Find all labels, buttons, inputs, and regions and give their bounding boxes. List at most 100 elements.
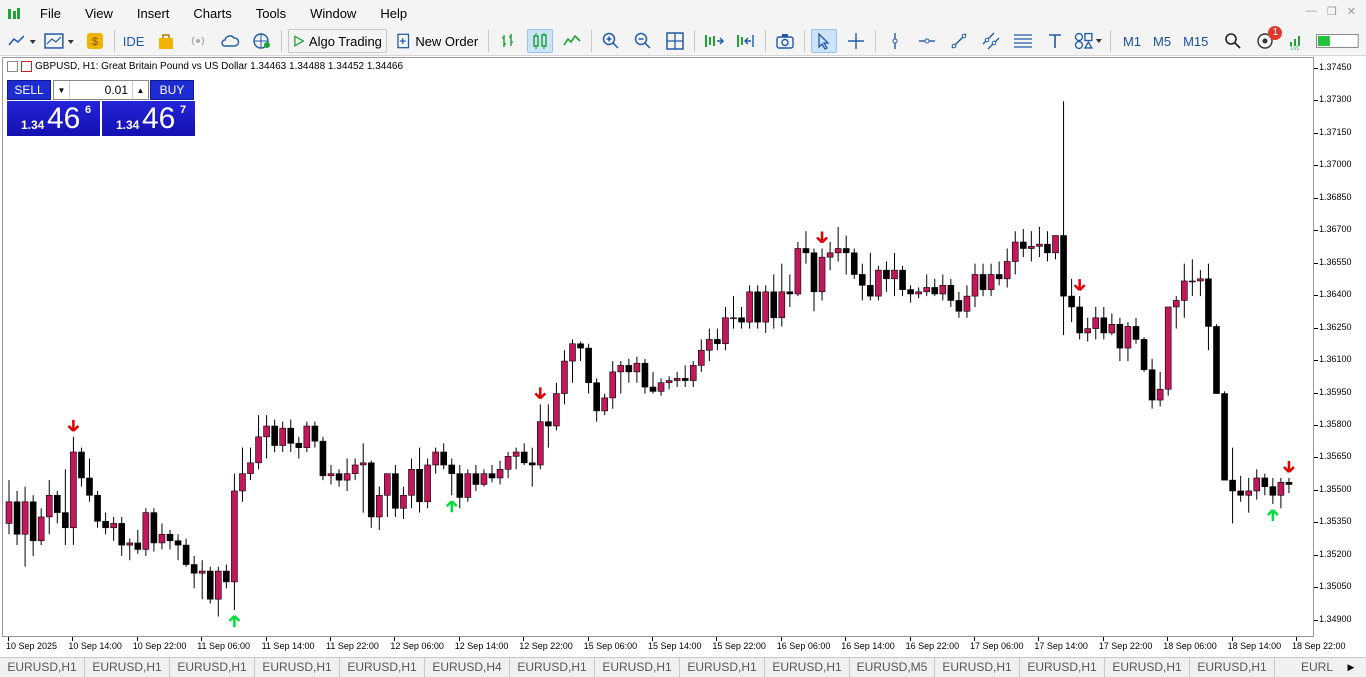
chart-tab[interactable]: EURUSD,H1 — [1020, 658, 1105, 677]
candle-body — [86, 477, 93, 496]
candle-body — [142, 512, 150, 550]
horizontal-line-icon[interactable] — [914, 29, 940, 53]
toolbar-separator — [694, 30, 696, 52]
fibonacci-icon[interactable] — [1010, 29, 1036, 53]
price-label: 1.36850 — [1319, 191, 1352, 202]
candle-body — [110, 523, 117, 529]
market-bag-icon[interactable] — [153, 29, 179, 53]
chart-tab[interactable]: EURUSD,H1 — [1190, 658, 1275, 677]
channel-icon[interactable] — [978, 29, 1004, 53]
chart-tab[interactable]: EURUSD,H1 — [765, 658, 850, 677]
candle-body — [247, 462, 254, 474]
shapes-icon[interactable] — [1074, 29, 1104, 53]
candle-body — [1261, 477, 1269, 487]
candlestick-chart-icon[interactable] — [527, 29, 554, 53]
search-icon[interactable] — [1220, 29, 1246, 53]
menu-insert[interactable]: Insert — [125, 0, 182, 27]
candle-body — [464, 473, 472, 498]
vps-globe-icon[interactable] — [249, 29, 275, 53]
candle-body — [359, 462, 367, 466]
candle-body — [762, 291, 770, 323]
chart-tab[interactable]: EURUSD,H1 — [170, 658, 255, 677]
line-chart-icon[interactable] — [559, 29, 585, 53]
menu-charts[interactable]: Charts — [181, 0, 243, 27]
time-label: 15 Sep 14:00 — [648, 641, 702, 651]
minimize-icon[interactable]: — — [1306, 5, 1317, 18]
candle-body — [448, 464, 456, 474]
menu-tools[interactable]: Tools — [244, 0, 298, 27]
trendline-icon[interactable] — [946, 29, 972, 53]
candle-body — [231, 490, 238, 583]
candle-body — [641, 362, 649, 388]
candle-body — [1229, 479, 1236, 492]
candle-body — [1019, 241, 1027, 249]
zoom-in-icon[interactable] — [598, 29, 624, 53]
cursor-icon[interactable] — [811, 29, 838, 53]
menu-help[interactable]: Help — [368, 0, 419, 27]
market-watch-icon[interactable]: $ — [82, 29, 108, 53]
candle-body — [472, 473, 480, 485]
new-order-button[interactable]: New Order — [393, 29, 482, 53]
price-tick — [1314, 165, 1318, 167]
ide-button[interactable]: IDE — [121, 29, 147, 53]
svg-text:$: $ — [91, 36, 97, 48]
chart-tab[interactable]: EURUSD,H1 — [680, 658, 765, 677]
chart-tab[interactable]: EURUSD,H1 — [85, 658, 170, 677]
chart-tab[interactable]: EURUSD,H1 — [595, 658, 680, 677]
chart-tab[interactable]: EURUSD,H1 — [1105, 658, 1190, 677]
candle-body — [174, 540, 182, 546]
menu-view[interactable]: View — [73, 0, 125, 27]
chart-shift-icon[interactable] — [701, 29, 727, 53]
candle-body — [810, 252, 818, 293]
timeframe-m15-button[interactable]: M15 — [1177, 34, 1214, 49]
crosshair-icon[interactable] — [843, 29, 869, 53]
menu-file[interactable]: File — [28, 0, 73, 27]
chart-tab[interactable]: EURUSD,H1 — [0, 658, 85, 677]
zoom-out-icon[interactable] — [630, 29, 656, 53]
chart-tabs-bar: EURUSD,H1 EURUSD,H1 EURUSD,H1 EURUSD,H1 EURU… — [0, 657, 1366, 677]
price-axis[interactable]: 1.37450 1.37300 1.37150 1.37000 1.36850 1.367… — [1314, 57, 1366, 637]
candle-body — [456, 473, 464, 498]
algo-trading-button[interactable]: Algo Trading — [287, 29, 387, 53]
candle-body — [295, 443, 303, 448]
chart-tab[interactable]: EURUSD,H1 — [340, 658, 425, 677]
price-tick — [1314, 67, 1318, 69]
text-icon[interactable] — [1042, 29, 1068, 53]
chart-tab[interactable]: EURUSD,H1 — [255, 658, 340, 677]
chart-tab[interactable]: EURUSD,H4 — [425, 658, 510, 677]
notifications-button[interactable]: 1 — [1252, 26, 1283, 53]
bar-chart-icon[interactable] — [495, 29, 521, 53]
chart-tab[interactable]: EURUSD,M5 — [850, 658, 935, 677]
screenshot-icon[interactable] — [772, 29, 798, 53]
signals-icon[interactable] — [185, 29, 211, 53]
menu-window[interactable]: Window — [298, 0, 368, 27]
chart-tab[interactable]: EURUSD,H1 — [935, 658, 1020, 677]
candle-body — [255, 436, 262, 464]
time-label: 17 Sep 22:00 — [1098, 641, 1153, 651]
candle-body — [778, 291, 786, 319]
candle-body — [1028, 246, 1035, 249]
candle-body — [875, 269, 882, 297]
candle-body — [1132, 326, 1140, 340]
sell-signal-arrow-icon — [67, 419, 80, 432]
autoscroll-icon[interactable] — [733, 29, 759, 53]
new-chart-button[interactable] — [8, 29, 38, 53]
candlestick-plot[interactable] — [3, 58, 1313, 636]
restore-icon[interactable]: ❐ — [1327, 5, 1337, 18]
tile-windows-icon[interactable] — [662, 29, 688, 53]
tabs-scroll-right-icon[interactable]: ▶ — [1336, 658, 1366, 677]
candle-body — [335, 473, 343, 481]
chart-window[interactable]: GBPUSD, H1: Great Britain Pound vs US Do… — [2, 57, 1314, 637]
close-icon[interactable]: ✕ — [1347, 5, 1356, 18]
time-axis[interactable]: 10 Sep 2025 10 Sep 14:00 10 Sep 22:00 11 Se… — [0, 637, 1366, 657]
candle-body — [263, 425, 270, 438]
chart-tab[interactable]: EURUSD,H1 — [510, 658, 595, 677]
cloud-icon[interactable] — [217, 29, 243, 53]
profiles-button[interactable] — [44, 29, 76, 53]
candle-body — [697, 349, 705, 366]
buy-signal-arrow-icon — [445, 500, 458, 513]
vertical-line-icon[interactable] — [882, 29, 908, 53]
timeframe-m5-button[interactable]: M5 — [1147, 34, 1177, 49]
candle-body — [53, 494, 61, 513]
timeframe-m1-button[interactable]: M1 — [1117, 34, 1147, 49]
